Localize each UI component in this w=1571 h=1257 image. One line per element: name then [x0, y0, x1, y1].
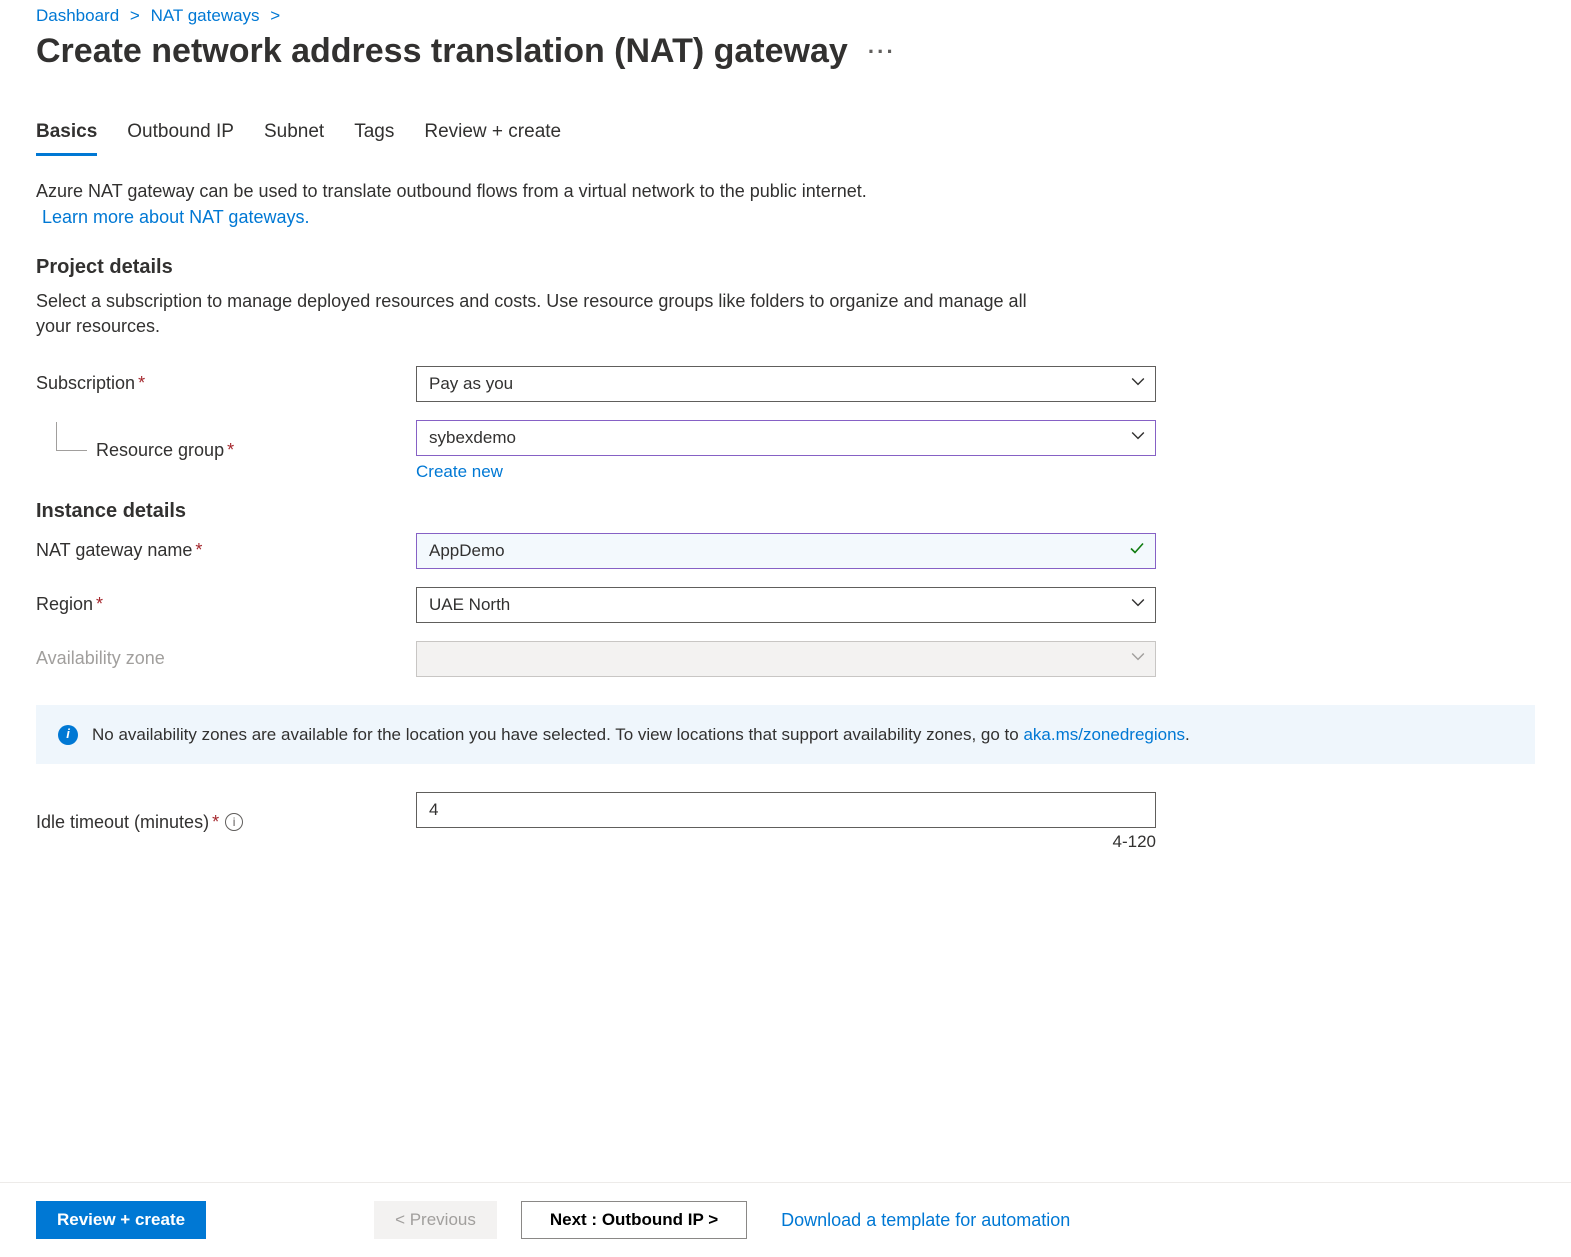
tab-subnet[interactable]: Subnet [264, 121, 324, 156]
info-text: No availability zones are available for … [92, 725, 1023, 744]
nat-gateway-name-label: NAT gateway name* [36, 540, 416, 561]
resource-group-select[interactable]: sybexdemo [416, 420, 1156, 456]
intro-body: Azure NAT gateway can be used to transla… [36, 181, 867, 201]
tab-outbound-ip[interactable]: Outbound IP [127, 121, 234, 156]
chevron-right-icon: > [270, 6, 280, 25]
chevron-down-icon [1131, 428, 1145, 448]
chevron-down-icon [1131, 374, 1145, 394]
nat-gateway-name-input[interactable]: AppDemo [416, 533, 1156, 569]
wizard-footer: Review + create < Previous Next : Outbou… [0, 1182, 1571, 1257]
page-title: Create network address translation (NAT)… [36, 32, 1535, 71]
region-select[interactable]: UAE North [416, 587, 1156, 623]
learn-more-link[interactable]: Learn more about NAT gateways. [42, 207, 309, 227]
subscription-label: Subscription* [36, 373, 416, 394]
review-create-button[interactable]: Review + create [36, 1201, 206, 1239]
section-instance-details: Instance details [36, 500, 1535, 523]
previous-button: < Previous [374, 1201, 497, 1239]
tabs-bar: Basics Outbound IP Subnet Tags Review + … [36, 121, 1535, 156]
resource-group-label: Resource group* [36, 440, 416, 461]
project-details-desc: Select a subscription to manage deployed… [36, 289, 1036, 339]
download-template-link[interactable]: Download a template for automation [781, 1210, 1070, 1231]
check-icon [1129, 540, 1145, 561]
idle-timeout-label: Idle timeout (minutes)* i [36, 812, 416, 833]
info-icon: i [58, 725, 78, 745]
availability-zone-select [416, 641, 1156, 677]
chevron-down-icon [1131, 649, 1145, 669]
tab-review-create[interactable]: Review + create [424, 121, 561, 156]
availability-zone-label: Availability zone [36, 648, 416, 669]
section-project-details: Project details [36, 256, 1535, 279]
info-tooltip-icon[interactable]: i [225, 813, 243, 831]
breadcrumb-dashboard[interactable]: Dashboard [36, 6, 119, 25]
create-new-link[interactable]: Create new [416, 462, 503, 482]
info-availability-zone: i No availability zones are available fo… [36, 705, 1535, 765]
chevron-down-icon [1131, 595, 1145, 615]
idle-timeout-input[interactable]: 4 [416, 792, 1156, 828]
tab-basics[interactable]: Basics [36, 121, 97, 156]
idle-timeout-range: 4-120 [416, 832, 1156, 852]
more-actions-icon[interactable]: ··· [868, 39, 896, 65]
zoned-regions-link[interactable]: aka.ms/zonedregions [1023, 725, 1185, 744]
chevron-right-icon: > [130, 6, 140, 25]
region-label: Region* [36, 594, 416, 615]
breadcrumb-nat-gateways[interactable]: NAT gateways [151, 6, 260, 25]
page-title-text: Create network address translation (NAT)… [36, 32, 848, 71]
next-button[interactable]: Next : Outbound IP > [521, 1201, 747, 1239]
subscription-select[interactable]: Pay as you [416, 366, 1156, 402]
breadcrumb: Dashboard > NAT gateways > [36, 6, 1535, 26]
intro-text: Azure NAT gateway can be used to transla… [36, 178, 1036, 230]
tab-tags[interactable]: Tags [354, 121, 394, 156]
